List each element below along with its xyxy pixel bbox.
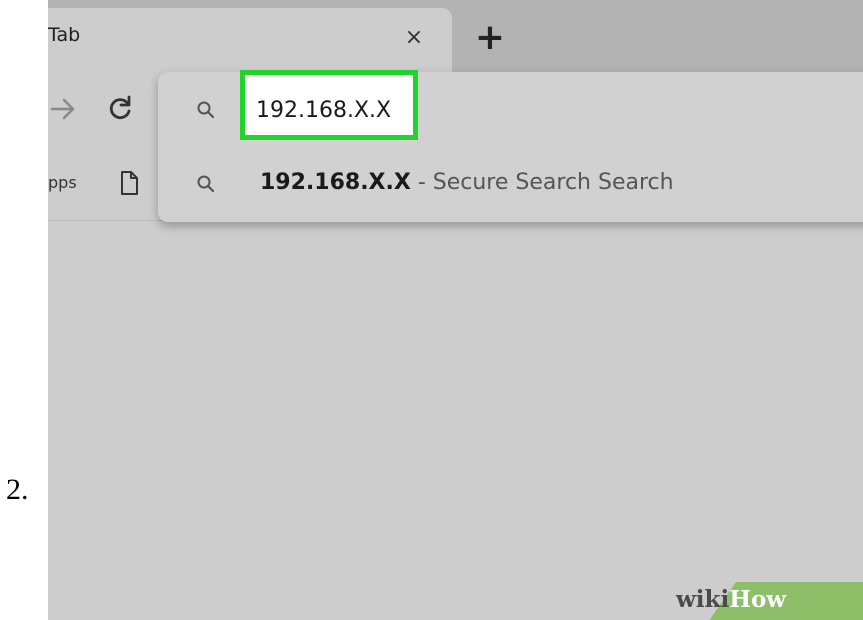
step-number: 2.: [6, 473, 29, 506]
forward-button[interactable]: [50, 94, 76, 124]
new-tab-button[interactable]: +: [472, 20, 508, 56]
watermark-part2: How: [729, 586, 787, 613]
search-icon: [196, 174, 216, 194]
reload-button[interactable]: [106, 94, 134, 124]
reload-icon: [109, 95, 131, 120]
wikihow-watermark: wikiHow: [676, 586, 786, 613]
browser-screenshot: Tab × + pps 192.168.X.X 192.168.X.X - Se…: [48, 0, 863, 620]
apps-bookmark[interactable]: pps: [48, 173, 77, 192]
suggestion-query: 192.168.X.X: [260, 170, 411, 195]
suggestion-item[interactable]: 192.168.X.X - Secure Search Search: [260, 170, 674, 195]
tab-active[interactable]: Tab ×: [48, 8, 452, 72]
suggestion-suffix: - Secure Search Search: [410, 170, 674, 195]
tab-close-icon[interactable]: ×: [402, 26, 426, 50]
search-icon: [196, 100, 216, 120]
arrow-right-icon: [50, 98, 75, 120]
watermark-part1: wiki: [676, 586, 730, 613]
address-input[interactable]: 192.168.X.X: [256, 98, 391, 123]
tab-title: Tab: [48, 24, 81, 46]
page-icon[interactable]: [118, 170, 140, 196]
